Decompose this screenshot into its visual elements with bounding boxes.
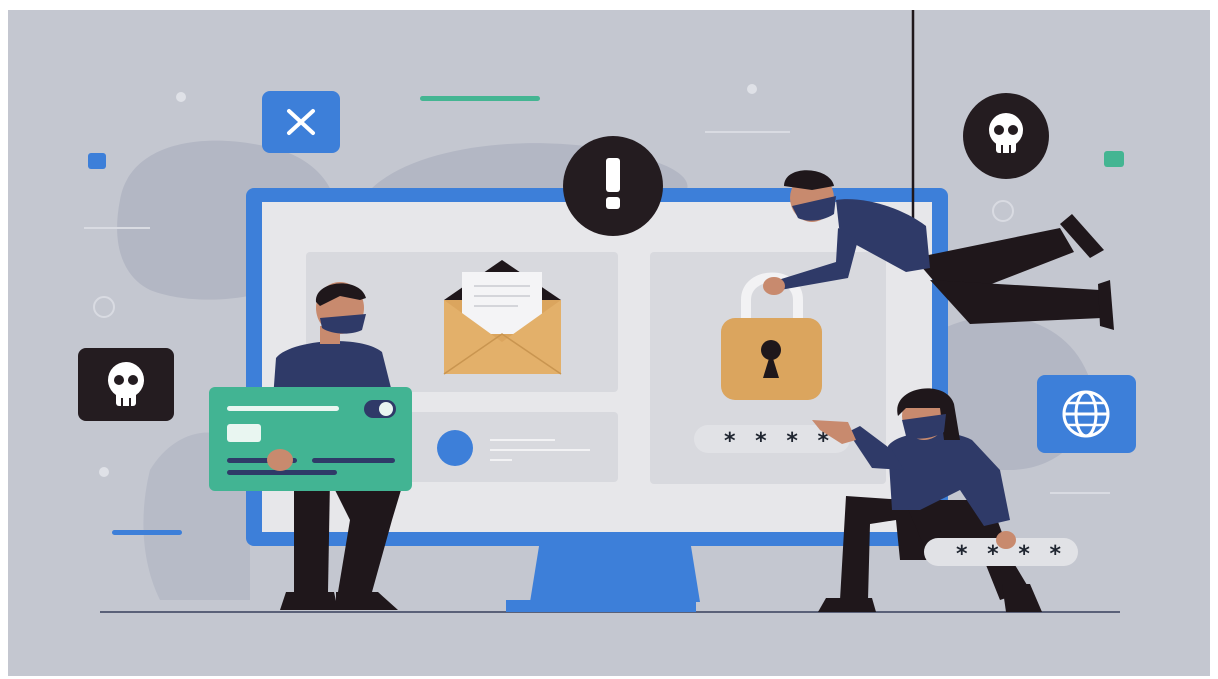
profile-avatar <box>437 430 473 466</box>
blue-dash <box>112 530 182 535</box>
hand <box>996 531 1016 549</box>
credit-card-icon <box>209 387 412 491</box>
monitor-stand <box>530 540 700 602</box>
dot <box>176 92 186 102</box>
monitor-base <box>506 600 696 612</box>
alert-icon <box>563 136 663 236</box>
blue-square <box>88 153 106 169</box>
dot <box>99 467 109 477</box>
green-dash <box>420 96 540 101</box>
hacker-illustration: * * * * * * * * <box>0 0 1218 679</box>
dot <box>747 84 757 94</box>
skull-icon <box>78 348 174 421</box>
globe-icon <box>1037 375 1136 453</box>
password-field-1-text: * * * * <box>724 429 835 454</box>
skull-icon <box>963 93 1049 179</box>
close-icon <box>262 91 340 153</box>
green-square <box>1104 151 1124 167</box>
